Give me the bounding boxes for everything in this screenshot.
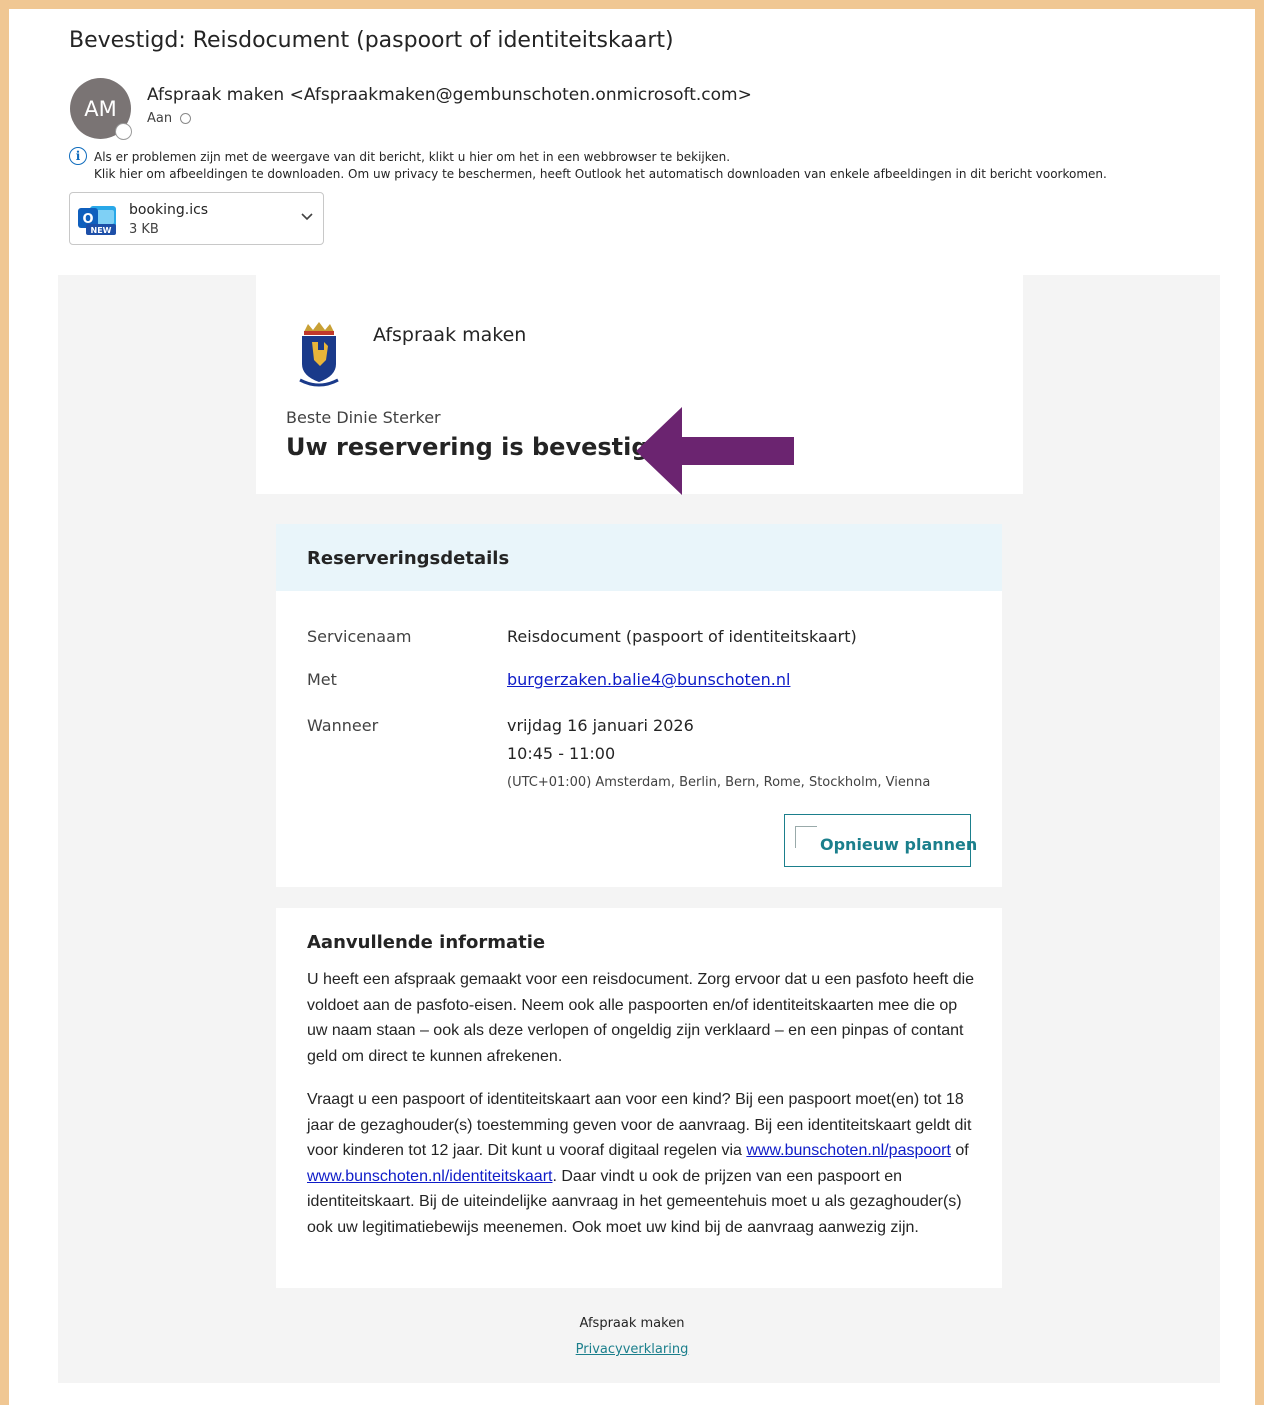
- greeting: Beste Dinie Sterker: [286, 408, 441, 427]
- chevron-down-icon[interactable]: [300, 209, 314, 223]
- info-icon: i: [69, 147, 87, 165]
- sender-name[interactable]: Afspraak maken <Afspraakmaken@gembunscho…: [147, 85, 752, 105]
- recipient-line: Aan: [147, 111, 192, 126]
- purple-arrow-annotation: [636, 407, 794, 495]
- broken-image-icon: [795, 826, 817, 848]
- additional-info-paragraph-1: U heeft een afspraak gemaakt voor een re…: [307, 971, 975, 1065]
- additional-info-title: Aanvullende informatie: [307, 932, 546, 953]
- confirmation-headline: Uw reservering is bevestigd.: [286, 433, 675, 461]
- details-title: Reserveringsdetails: [307, 548, 510, 569]
- recipient-status-icon[interactable]: [180, 113, 192, 124]
- info-line-webbrowser[interactable]: Als er problemen zijn met de weergave va…: [94, 149, 1107, 166]
- privacy-link-label[interactable]: Privacyverklaring: [576, 1342, 689, 1357]
- attachment-name: booking.ics: [129, 202, 209, 218]
- info-banner[interactable]: Als er problemen zijn met de weergave va…: [94, 149, 1107, 183]
- brand-name: Afspraak maken: [373, 324, 527, 346]
- id-card-link[interactable]: www.bunschoten.nl/identiteitskaart: [307, 1168, 552, 1185]
- when-label: Wanneer: [307, 716, 379, 735]
- reschedule-label: Opnieuw plannen: [820, 835, 978, 854]
- service-value: Reisdocument (paspoort of identiteitskaa…: [507, 627, 857, 646]
- outlook-calendar-icon: O NEW: [78, 206, 116, 235]
- avatar-initials: AM: [84, 96, 117, 121]
- reschedule-button[interactable]: Opnieuw plannen: [784, 814, 977, 867]
- reservation-details-card: Reserveringsdetails Servicenaam Reisdocu…: [276, 524, 1002, 887]
- new-badge: NEW: [91, 226, 112, 235]
- attachment-card[interactable]: O NEW booking.ics 3 KB: [69, 192, 324, 245]
- attachment-size: 3 KB: [129, 222, 159, 237]
- when-timezone: (UTC+01:00) Amsterdam, Berlin, Bern, Rom…: [507, 775, 931, 790]
- footer-brand: Afspraak maken: [579, 1316, 685, 1331]
- with-email-link[interactable]: burgerzaken.balie4@bunschoten.nl: [507, 670, 790, 689]
- bunschoten-crest-logo: [299, 322, 339, 387]
- when-date: vrijdag 16 januari 2026: [507, 716, 694, 735]
- details-header: Reserveringsdetails: [276, 524, 1002, 591]
- when-time: 10:45 - 11:00: [507, 744, 616, 763]
- to-label: Aan: [147, 111, 173, 126]
- email-subject: Bevestigd: Reisdocument (paspoort of ide…: [69, 28, 674, 53]
- additional-info-card: Aanvullende informatie U heeft een afspr…: [276, 908, 1002, 1288]
- service-label: Servicenaam: [307, 627, 412, 646]
- privacy-link[interactable]: Privacyverklaring: [0, 1342, 1264, 1357]
- passport-link[interactable]: www.bunschoten.nl/paspoort: [746, 1142, 951, 1159]
- para2-text-mid: of: [950, 1142, 969, 1160]
- additional-info-paragraph-2: Vraagt u een paspoort of identiteitskaar…: [307, 1087, 977, 1241]
- with-label: Met: [307, 670, 337, 689]
- info-line-images[interactable]: Klik hier om afbeeldingen te downloaden.…: [94, 166, 1107, 183]
- presence-status-icon: [115, 123, 132, 140]
